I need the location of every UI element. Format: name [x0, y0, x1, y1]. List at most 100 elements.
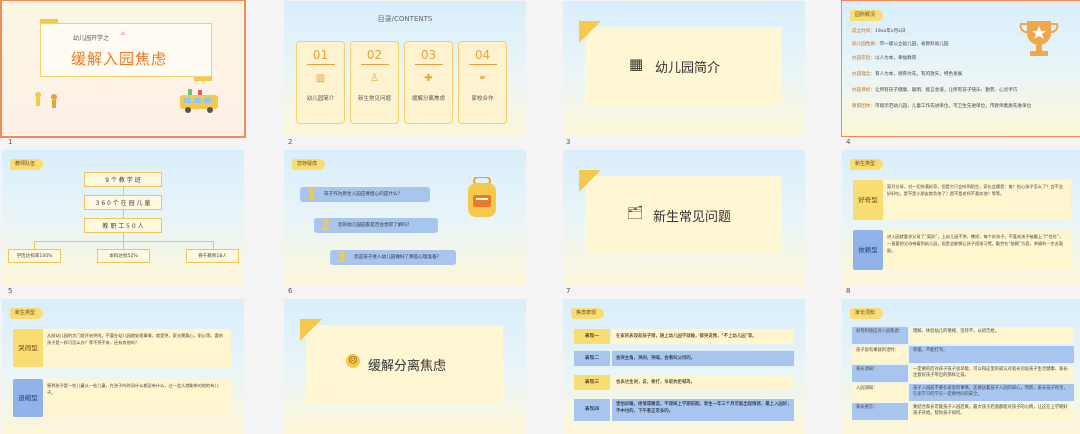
- slide-thumbnail-9[interactable]: 新生类型 哭闹型 从前幼儿园的大门就开始哭闹，不要在幼儿园就处理事情，就是哭，家…: [2, 299, 244, 434]
- slide-number: 2: [288, 138, 293, 146]
- folder-icon: 🗂: [627, 206, 644, 221]
- building-icon: ▥: [315, 73, 326, 84]
- section-card: ☹ 缓解分离焦虑: [300, 319, 503, 403]
- toc-label: 缓解分离焦虑: [411, 96, 445, 102]
- table-value: 会表达生闲，说，要打，争取抗拒喊等。: [612, 375, 794, 390]
- building-icon: ▦: [629, 55, 644, 73]
- house-icon: ⌂: [121, 30, 125, 37]
- leaf-box: 骨干教师18人: [186, 249, 239, 263]
- slide-number: 6: [288, 287, 293, 295]
- note-row: 家长感言： 要结合家长可能孩子入园后果。最大孩子后面都能对孩子的心情，让这在上学期…: [852, 403, 1074, 420]
- table-label: 表现一: [574, 329, 610, 344]
- info-row: 办园宗旨：以人为本，幸福教育: [852, 56, 917, 61]
- title-card: 幼儿园开学之 ⌂ 缓解入园焦虑: [40, 23, 212, 77]
- baby-icon: ♙: [370, 73, 379, 84]
- slide-thumbnail-12[interactable]: 家长须知 如何积极应对入园焦虑： 理解、体验幼儿的情绪、坚持不，以初告给。 孩子说…: [842, 299, 1080, 434]
- trophy-icon: [1018, 19, 1060, 63]
- question-number: 2: [320, 216, 331, 234]
- type-label: 退缩型: [13, 379, 43, 417]
- question-bar: 您的幼儿园园家是否会觉得了解吗?: [314, 218, 438, 233]
- slide-tag: 新生类型: [10, 308, 44, 319]
- children-illustration: [28, 91, 68, 113]
- section-title: 新生常见问题: [653, 210, 732, 225]
- bandage-icon: ✚: [424, 73, 433, 84]
- leaf-box: 本科达标52%: [97, 249, 150, 263]
- table-value: 在家的表现就孩子情，随上幼儿园学就睡，都哭说我，“不上幼儿园”等。: [612, 329, 794, 344]
- slide-tag: 教师队伍: [10, 159, 44, 170]
- question-number: 1: [306, 185, 317, 203]
- info-row: 成立时间：19xx年x月x日: [852, 29, 906, 34]
- slide-number: 1: [8, 138, 13, 146]
- slide-tag: 焦虑表现: [571, 308, 605, 319]
- slide-subtitle: 幼儿园开学之: [73, 35, 110, 42]
- table-value: 害怕早睡，绝情或撒谎，不理睬上学期前期。新生一年三个月可能出现情感，最上入园好，…: [612, 399, 794, 421]
- worried-face-icon: ☹: [346, 354, 360, 368]
- note-row: 如何积极应对入园焦虑： 理解、体验幼儿的情绪、坚持不，以初告给。: [852, 327, 1074, 344]
- slide-thumbnail-5[interactable]: 教师队伍 9 个 教 学 班 3 6 0 个 在 园 儿 童 教 职 工 5 0…: [2, 150, 244, 285]
- toc-item-1: 01 ▥ 幼儿园简介: [296, 41, 345, 124]
- type-description: 进入园就要求父母了“离别”，上幼儿园不哭，撒娇，每个好孩子。不喜欢孩子被戴上了“…: [883, 230, 1071, 270]
- toc-number: 01: [312, 48, 329, 62]
- info-row: 教职团体：市级示范幼儿园，儿童工作先进单位，市卫生先进单位，市教师素质先进单位: [852, 104, 1032, 109]
- slide-number: 7: [566, 287, 571, 295]
- toc-item-2: 02 ♙ 新生常见问题: [350, 41, 399, 124]
- table-label: 表现四: [574, 399, 610, 421]
- slide-number: 5: [8, 287, 13, 295]
- slide-tag: 家长须知: [850, 308, 884, 319]
- slide-thumbnail-6[interactable]: 您存疑虑 孩子作为新生入园应要担心的是什么? 1 您的幼儿园园家是否会觉得了解吗…: [284, 150, 526, 285]
- info-row: 办园目标：让所有孩子健康、聪明、能言会道，让所有孩子快乐、勤劳、心灵手巧: [852, 88, 1018, 93]
- slide-thumbnail-1[interactable]: 幼儿园开学之 ⌂ 缓解入园焦虑: [0, 0, 246, 138]
- question-bar: 孩子作为新生入园应要担心的是什么?: [300, 187, 430, 202]
- slide-thumbnail-7[interactable]: 🗂 新生常见问题: [563, 150, 805, 285]
- toc-number: 04: [474, 48, 491, 62]
- slide-thumbnail-4[interactable]: 园所概况 成立时间：19xx年x月x日 幼儿园性质：市一级公立幼儿园，省教科幼儿…: [841, 0, 1080, 137]
- note-row: 入园须知： 孩子入园前不要在家里的事情，还要送着孩子入园的知心，然而，家长孩子的宝…: [852, 384, 1074, 401]
- slide-number: 4: [846, 138, 851, 146]
- toc-label: 新生常见问题: [357, 96, 391, 102]
- slide-thumbnail-2[interactable]: 目录/CONTENTS 01 ▥ 幼儿园简介 02 ♙ 新生常见问题 03 ✚ …: [284, 1, 526, 136]
- slide-thumbnail-8[interactable]: 新生类型 好奇型 离开父母，对一切充满好奇，但是它只会听到陌生，家长会遭受：难？…: [842, 150, 1080, 285]
- toc-item-4: 04 ⚭ 家校合作: [458, 41, 507, 124]
- backpack-icon: [464, 176, 500, 225]
- toc-title: 目录/CONTENTS: [377, 15, 433, 23]
- question-number: 3: [336, 248, 347, 266]
- info-row: 办园理念：育人为本，德育为先，有的放矢，特色发展: [852, 72, 963, 77]
- slide-number: 3: [566, 138, 571, 146]
- slide-title: 缓解入园焦虑: [71, 50, 168, 68]
- section-card: 🗂 新生常见问题: [579, 170, 782, 254]
- slide-thumbnail-10[interactable]: ☹ 缓解分离焦虑: [284, 299, 526, 434]
- slide-tag: 新生类型: [850, 159, 884, 170]
- handshake-icon: ⚭: [478, 73, 487, 84]
- info-row: 幼儿园性质：市一级公立幼儿园，省教科幼儿园: [852, 42, 949, 47]
- type-description: 感到孩子是一些儿童从一些儿童，在孩子的时间什么都没有什么，过一会儿就能带对他的有…: [43, 379, 231, 417]
- tree-box: 9 个 教 学 班: [84, 172, 162, 187]
- school-bus-illustration: [178, 89, 222, 115]
- toc-item-3: 03 ✚ 缓解分离焦虑: [404, 41, 453, 124]
- table-label: 表现三: [574, 375, 610, 390]
- note-row: 孩子说有事就的话时： 积极，不能打骂。: [852, 346, 1074, 363]
- note-row: 家长须知： 一定要的后对孩子孩子说早能，可以和这里的或认对就长别说孩子生活健康、家…: [852, 365, 1074, 382]
- table-value: 会哭主角，哭闹，哭喊，会看叫父母的。: [612, 351, 794, 366]
- toc-label: 幼儿园简介: [306, 96, 335, 102]
- type-label: 依赖型: [853, 230, 883, 270]
- section-title: 幼儿园简介: [655, 61, 721, 76]
- slide-thumbnail-11[interactable]: 焦虑表现 表现一 在家的表现就孩子情，随上幼儿园学就睡，都哭说我，“不上幼儿园”…: [563, 299, 805, 434]
- type-description: 离开父母，对一切充满好奇，但是它只会听到陌生，家长会遭受：难？担心孩子怎么了？会…: [883, 180, 1071, 220]
- section-card: ▦ 幼儿园简介: [579, 21, 782, 105]
- toc-label: 家校合作: [471, 96, 494, 102]
- leaf-box: 学历达标率100%: [8, 249, 61, 263]
- toc-number: 03: [420, 48, 437, 62]
- section-title: 缓解分离焦虑: [368, 359, 447, 374]
- question-bar: 您是孩子进入幼儿园做好了那些心理准备?: [330, 250, 456, 265]
- slide-number: 8: [846, 287, 851, 295]
- type-label: 好奇型: [853, 180, 883, 220]
- toc-number: 02: [366, 48, 383, 62]
- slide-tag: 您存疑虑: [292, 159, 326, 170]
- type-description: 从前幼儿园的大门就开始哭闹，不要在幼儿园就处理事情，就是哭，家长需要心，耐心等。…: [43, 329, 231, 367]
- slide-thumbnail-3[interactable]: ▦ 幼儿园简介: [563, 1, 805, 136]
- type-label: 哭闹型: [13, 329, 43, 367]
- slide-tag: 园所概况: [850, 10, 884, 21]
- tree-box: 教 职 工 5 0 人: [84, 218, 162, 233]
- tree-box: 3 6 0 个 在 园 儿 童: [84, 195, 162, 210]
- table-label: 表现二: [574, 351, 610, 366]
